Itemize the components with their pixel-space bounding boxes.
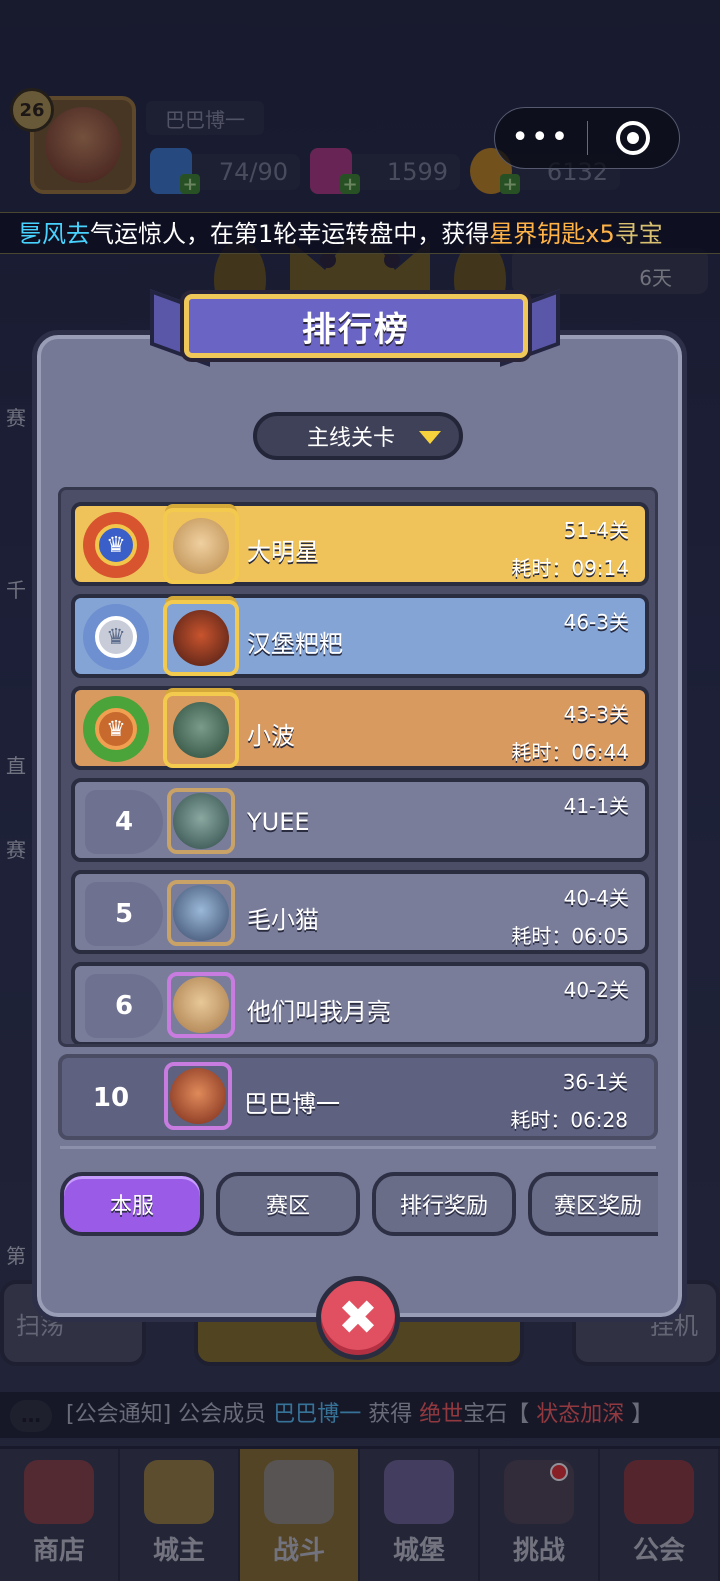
rank-number: 6 [85,974,163,1038]
zone-tab-button[interactable]: 赛区 [216,1172,360,1236]
dropdown-arrow-icon [419,431,441,444]
my-rank-row[interactable]: 10 巴巴博一 36-1关 耗时：06:28 [58,1054,658,1140]
rank-row-4[interactable]: 4 YUEE 41-1关 [71,778,649,862]
stage-progress: 40-4关 [563,886,629,910]
rank-row-5[interactable]: 5 毛小猫 40-4关 耗时：06:05 [71,870,649,954]
stage-progress: 40-2关 [563,978,629,1002]
rank-number: 5 [85,882,163,946]
rank-row-6[interactable]: 6 他们叫我月亮 40-2关 [71,962,649,1044]
clear-time: 耗时：06:28 [510,1108,628,1132]
stage-progress: 36-1关 [562,1070,628,1094]
player-name: 小波 [247,722,295,750]
clear-time: 耗时：06:44 [511,740,629,764]
rank-number: 10 [92,1083,130,1113]
rank-row-3[interactable]: ♛ 小波 43-3关 耗时：06:44 [71,686,649,770]
gold-medal-icon: ♛ [83,512,149,578]
ticker-player: 乬风去 [18,220,90,248]
stage-progress: 51-4关 [563,518,629,542]
ticker-item: 星界钥匙x5 [489,220,615,248]
announcement-ticker: 乬风去气运惊人，在第1轮幸运转盘中，获得星界钥匙x5寻宝 [0,212,720,254]
miniprogram-capsule: ••• [494,107,680,169]
rank-row-1[interactable]: ♛ 大明星 51-4关 耗时：09:14 [71,502,649,586]
close-icon: ✖ [337,1290,379,1346]
ranking-list[interactable]: ♛ 大明星 51-4关 耗时：09:14 ♛ 汉堡粑粑 46-3关 ♛ 小波 4… [58,487,658,1047]
player-portrait [163,600,239,676]
player-portrait [167,788,235,854]
rank-reward-button[interactable]: 排行奖励 [372,1172,516,1236]
rank-row-2[interactable]: ♛ 汉堡粑粑 46-3关 [71,594,649,678]
player-name: 汉堡粑粑 [247,630,343,658]
server-tab-button[interactable]: 本服 [60,1172,204,1236]
stage-progress: 46-3关 [563,610,629,634]
player-name: 大明星 [247,538,319,566]
player-portrait [164,1062,232,1130]
dropdown-value: 主线关卡 [307,426,396,451]
silver-medal-icon: ♛ [83,604,149,670]
bronze-medal-icon: ♛ [83,696,149,762]
player-name: 他们叫我月亮 [247,998,391,1026]
player-portrait [167,972,235,1038]
rank-number: 4 [85,790,163,854]
stage-progress: 43-3关 [563,702,629,726]
close-miniprogram-button[interactable] [588,121,680,155]
ticker-tail: 寻宝 [614,220,663,248]
my-rank-card: 10 巴巴博一 36-1关 耗时：06:28 [58,1054,658,1140]
modal-title: 排行榜 [184,294,528,358]
player-portrait [167,880,235,946]
zone-reward-button[interactable]: 赛区奖励 [528,1172,658,1236]
player-portrait [163,508,239,584]
player-portrait [163,692,239,768]
stage-progress: 41-1关 [563,794,629,818]
player-name: 毛小猫 [247,906,319,934]
player-name: YUEE [247,808,310,836]
close-button[interactable]: ✖ [316,1276,400,1360]
clear-time: 耗时：06:05 [511,924,629,948]
category-dropdown[interactable]: 主线关卡 [253,412,463,460]
ticker-text: 气运惊人，在第1轮幸运转盘中，获得 [90,220,490,248]
player-name: 巴巴博一 [244,1090,340,1118]
divider [60,1146,656,1149]
target-icon [616,121,651,155]
clear-time: 耗时：09:14 [511,556,629,580]
more-options-button[interactable]: ••• [495,123,587,153]
